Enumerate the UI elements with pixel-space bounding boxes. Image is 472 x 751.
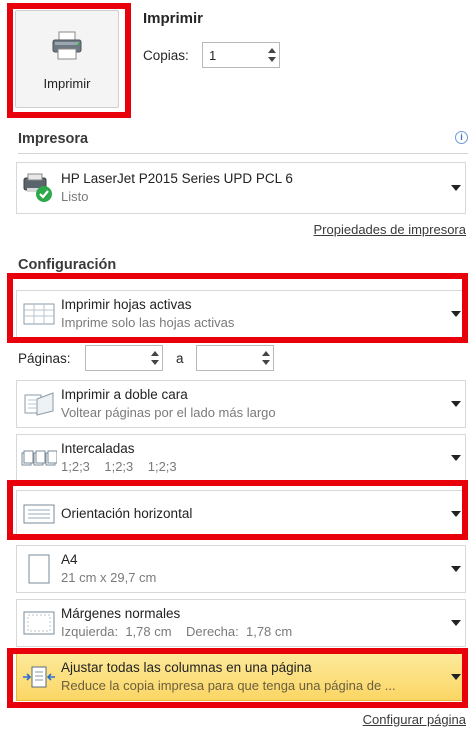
increment-icon[interactable] bbox=[262, 351, 270, 356]
chevron-down-icon bbox=[447, 620, 465, 626]
paper-size-description: 21 cm x 29,7 cm bbox=[61, 570, 157, 585]
highlight-box-orientation bbox=[7, 480, 468, 540]
decrement-icon[interactable] bbox=[262, 360, 270, 365]
page-setup-link[interactable]: Configurar página bbox=[363, 712, 466, 727]
duplex-icon bbox=[17, 381, 61, 427]
copies-stepper[interactable]: 1 bbox=[202, 42, 280, 68]
pages-to-input[interactable] bbox=[196, 345, 274, 371]
paper-size-label: A4 bbox=[61, 552, 78, 567]
printer-dropdown[interactable]: HP LaserJet P2015 Series UPD PCL 6 Listo bbox=[16, 162, 466, 214]
collate-icon bbox=[17, 435, 61, 481]
increment-icon[interactable] bbox=[151, 351, 159, 356]
decrement-icon[interactable] bbox=[151, 360, 159, 365]
divider bbox=[18, 153, 468, 154]
collate-label: Intercaladas bbox=[61, 441, 135, 456]
chevron-down-icon bbox=[447, 401, 465, 407]
copies-value: 1 bbox=[209, 47, 217, 63]
margins-description: Izquierda: 1,78 cm Derecha: 1,78 cm bbox=[61, 624, 293, 639]
chevron-down-icon bbox=[447, 566, 465, 572]
decrement-icon[interactable] bbox=[268, 57, 276, 62]
printer-section-title: Impresora bbox=[18, 131, 89, 147]
paper-size-dropdown[interactable]: A4 21 cm x 29,7 cm bbox=[16, 545, 466, 593]
info-icon[interactable]: i bbox=[455, 131, 468, 144]
chevron-down-icon bbox=[447, 185, 465, 191]
pages-label: Páginas: bbox=[18, 351, 71, 366]
settings-section-title: Configuración bbox=[18, 257, 117, 273]
collate-description: 1;2;3 1;2;3 1;2;3 bbox=[61, 459, 177, 474]
duplex-description: Voltear páginas por el lado más largo bbox=[61, 405, 276, 420]
copies-label: Copias: bbox=[143, 48, 189, 63]
highlight-box-scope bbox=[7, 273, 468, 343]
printer-properties-link[interactable]: Propiedades de impresora bbox=[314, 222, 466, 237]
margins-icon bbox=[17, 600, 61, 646]
printer-name: HP LaserJet P2015 Series UPD PCL 6 bbox=[61, 171, 293, 186]
print-title: Imprimir bbox=[143, 10, 204, 27]
margins-label: Márgenes normales bbox=[61, 606, 181, 621]
printer-status: Listo bbox=[61, 189, 89, 204]
paper-icon bbox=[17, 546, 61, 592]
pages-from-input[interactable] bbox=[85, 345, 163, 371]
increment-icon[interactable] bbox=[268, 48, 276, 53]
collate-dropdown[interactable]: Intercaladas 1;2;3 1;2;3 1;2;3 bbox=[16, 434, 466, 482]
duplex-dropdown[interactable]: Imprimir a doble cara Voltear páginas po… bbox=[16, 380, 466, 428]
pages-to-label: a bbox=[176, 351, 184, 366]
duplex-label: Imprimir a doble cara bbox=[61, 387, 188, 402]
margins-dropdown[interactable]: Márgenes normales Izquierda: 1,78 cm Der… bbox=[16, 599, 466, 647]
highlight-box-print bbox=[7, 3, 131, 118]
chevron-down-icon bbox=[447, 455, 465, 461]
highlight-box-scaling bbox=[7, 648, 468, 708]
printer-ready-icon bbox=[17, 163, 61, 213]
